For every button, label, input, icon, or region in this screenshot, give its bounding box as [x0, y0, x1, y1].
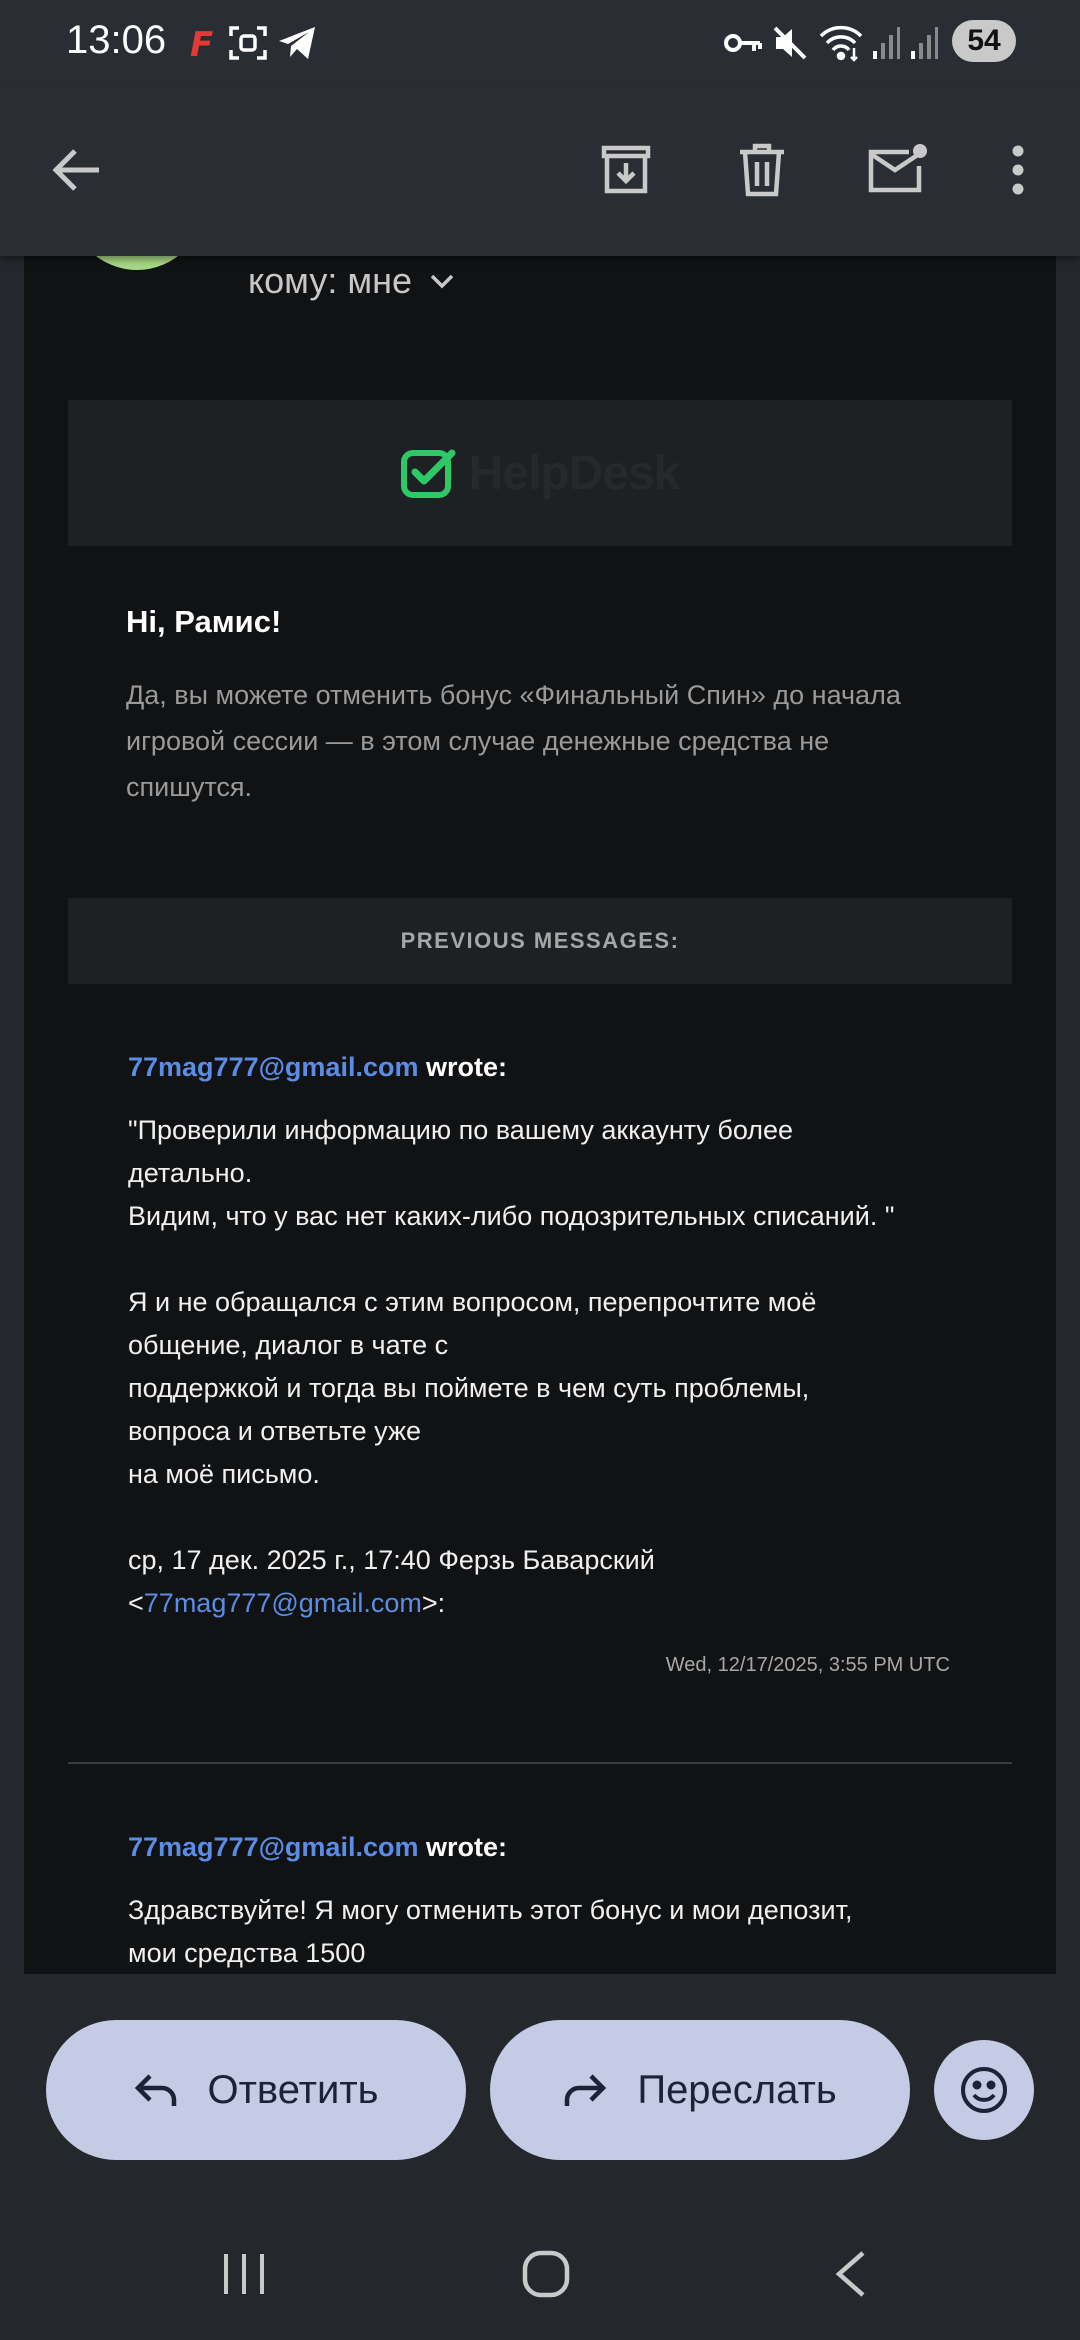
reply-label: Ответить [207, 2067, 379, 2112]
archive-icon [601, 145, 651, 194]
emoji-reaction-button[interactable] [934, 2040, 1034, 2140]
signal-icon [870, 24, 902, 62]
mark-unread-button[interactable] [858, 130, 938, 210]
helpdesk-logo-text: HelpDesk [468, 446, 681, 500]
home-icon [522, 2250, 570, 2298]
recents-icon [224, 2254, 264, 2294]
delete-button[interactable] [722, 130, 802, 210]
back-arrow-icon [52, 149, 99, 191]
recipient-details-toggle[interactable]: кому: мне [248, 260, 456, 302]
app-bar [0, 84, 1080, 256]
home-button[interactable] [506, 2234, 586, 2314]
mute-icon [772, 24, 808, 62]
quoted-email-link[interactable]: 77mag777@gmail.com [144, 1588, 422, 1618]
message-body: "Проверили информацию по вашему аккаунту… [128, 1109, 988, 1625]
telegram-icon [276, 24, 318, 62]
message-timestamp: Wed, 12/17/2025, 3:55 PM UTC [665, 1654, 950, 1676]
previous-messages-header: PREVIOUS MESSAGES: [68, 898, 1012, 984]
reply-icon [134, 2074, 176, 2106]
divider [68, 1762, 1012, 1764]
back-chevron-icon [835, 2251, 865, 2297]
forward-icon [565, 2074, 607, 2106]
status-time: 13:06 [66, 18, 167, 62]
back-button[interactable] [36, 130, 116, 210]
archive-button[interactable] [586, 130, 666, 210]
avatar[interactable] [70, 256, 204, 270]
intro-text: Да, вы можете отменить бонус «Финальный … [126, 680, 901, 802]
emoji-icon [961, 2067, 1007, 2113]
svg-text:F: F [190, 26, 213, 60]
status-bar: 13:06 F 54 [0, 0, 1080, 84]
wrote-line: 77mag777@gmail.com wrote: [128, 1052, 507, 1082]
recents-button[interactable] [204, 2234, 284, 2314]
wrote-line: 77mag777@gmail.com wrote: [128, 1832, 507, 1862]
recipient-text: кому: мне [248, 260, 412, 301]
delete-icon [740, 143, 784, 197]
message-body: Здравствуйте! Я могу отменить этот бонус… [128, 1895, 853, 1968]
forward-button[interactable]: Переслать [490, 2020, 910, 2160]
more-vert-icon [1012, 145, 1024, 195]
mark-unread-icon [868, 144, 927, 193]
sender-email-link[interactable]: 77mag777@gmail.com [128, 1832, 418, 1862]
reply-button[interactable]: Ответить [46, 2020, 466, 2160]
wifi-icon [818, 24, 864, 62]
more-options-button[interactable] [978, 130, 1058, 210]
system-nav-bar [0, 2200, 1080, 2340]
quoted-message: 77mag777@gmail.com wrote: Здравствуйте! … [128, 1832, 988, 1974]
sender-email-link[interactable]: 77mag777@gmail.com [128, 1052, 418, 1082]
email-card: кому: мне HelpDesk Hi, Рамис! Да, вы мож… [24, 256, 1056, 1974]
quoted-email-line: <77mag777@gmail.com>: [128, 1588, 446, 1618]
back-nav-button[interactable] [810, 2234, 890, 2314]
key-icon [722, 24, 764, 62]
greeting: Hi, Рамис! [126, 604, 282, 639]
flipboard-icon: F [186, 24, 216, 62]
battery-indicator: 54 [952, 20, 1016, 62]
helpdesk-check-icon [400, 449, 456, 498]
screenshot-icon [228, 24, 268, 62]
chevron-down-icon [430, 274, 454, 289]
forward-label: Переслать [637, 2067, 837, 2112]
helpdesk-logo-banner: HelpDesk [68, 400, 1012, 546]
quoted-message: 77mag777@gmail.com wrote: "Проверили инф… [128, 1052, 988, 1625]
signal-icon [908, 24, 940, 62]
